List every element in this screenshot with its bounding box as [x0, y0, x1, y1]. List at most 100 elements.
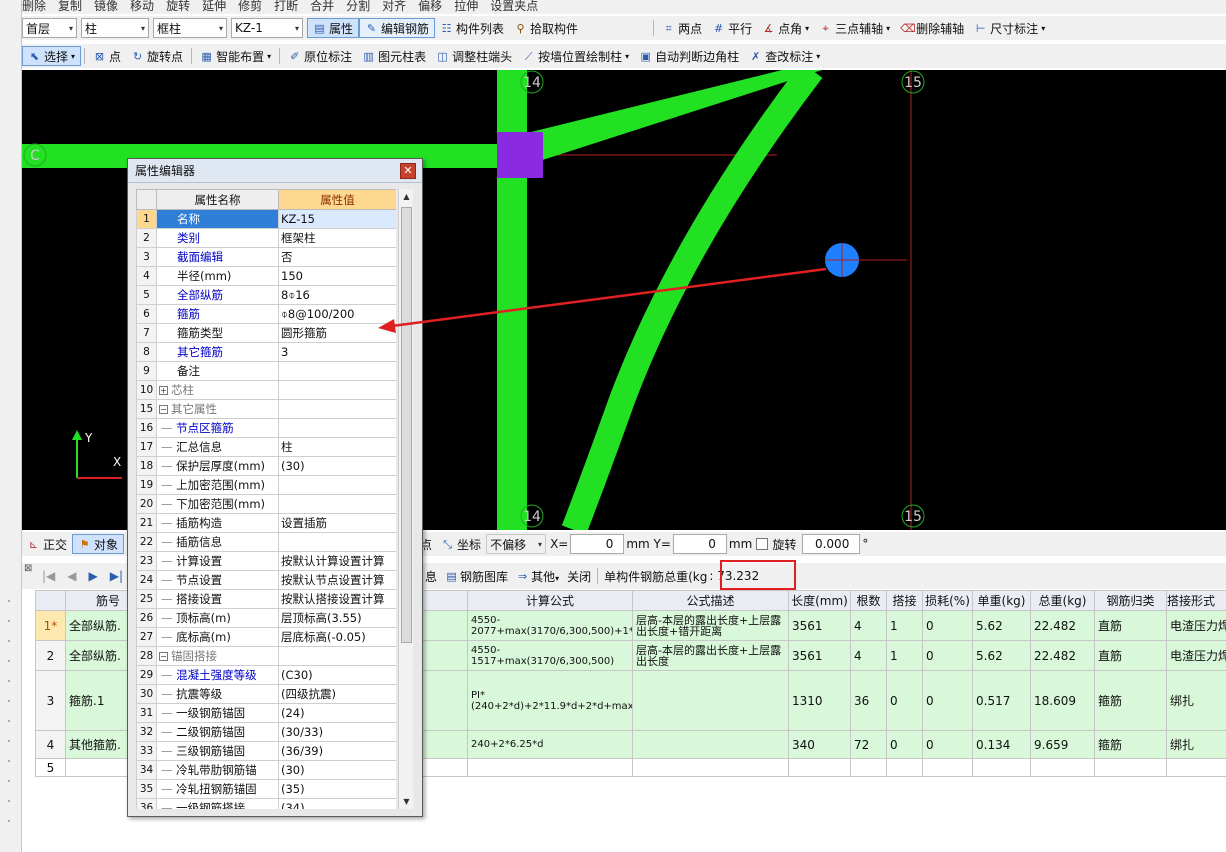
property-value[interactable]: 8⌽16 [278, 285, 396, 305]
property-value[interactable]: 圆形箍筋 [278, 323, 396, 343]
close-icon[interactable]: ✕ [400, 163, 416, 179]
close-button[interactable]: 关闭 [567, 568, 591, 585]
rebar-cell-len[interactable]: 340 [788, 730, 851, 759]
top-tool-9[interactable]: 分割 [346, 0, 370, 14]
top-tool-3[interactable]: 移动 [130, 0, 154, 14]
rebar-cell-lap[interactable]: 1 [886, 610, 923, 641]
property-row[interactable]: 36— 一级钢筋搭接 (34) [136, 798, 396, 809]
property-row[interactable]: 16— 节点区箍筋 [136, 418, 396, 438]
property-value[interactable]: 柱 [278, 437, 396, 457]
nav-last-icon[interactable]: ▶| [110, 569, 123, 583]
property-row[interactable]: 32— 二级钢筋锚固 (30/33) [136, 722, 396, 742]
rebar-cell-desc[interactable]: 层高-本层的露出长度+上层露出长度 [632, 640, 789, 671]
property-value[interactable] [278, 399, 396, 419]
rebar-cell-lapform[interactable] [1166, 758, 1226, 777]
property-value[interactable] [278, 380, 396, 400]
property-value[interactable]: (C30) [278, 665, 396, 685]
scroll-down-icon[interactable]: ▼ [399, 794, 414, 809]
property-row[interactable]: 24— 节点设置 按默认节点设置计算 [136, 570, 396, 590]
property-value[interactable] [278, 418, 396, 438]
rebar-cell-loss[interactable] [922, 758, 973, 777]
coord-button[interactable]: ⤡ 坐标 [436, 536, 486, 553]
property-value[interactable]: 3 [278, 342, 396, 362]
component-type-select[interactable]: 柱 ▾ [81, 18, 149, 38]
property-row[interactable]: 3 截面编辑 否 [136, 247, 396, 267]
column-table-button[interactable]: ▥ 图元柱表 [357, 46, 431, 66]
rebar-cell-unit[interactable]: 5.62 [972, 640, 1031, 671]
property-value[interactable]: KZ-15 [278, 209, 396, 229]
component-select[interactable]: KZ-1 ▾ [231, 18, 303, 38]
rebar-cell-formula[interactable] [467, 758, 633, 777]
three-point-axis-button[interactable]: ⌖ 三点辅轴 ▾ [814, 18, 895, 38]
rebar-cell-total[interactable]: 22.482 [1030, 640, 1095, 671]
rebar-cell-unit[interactable]: 5.62 [972, 610, 1031, 641]
rebar-cell-count[interactable]: 4 [850, 610, 887, 641]
property-row[interactable]: 4 半径(mm) 150 [136, 266, 396, 286]
rebar-cell-formula[interactable]: 4550-2077+max(3170/6,300,500)+1*max(35*d… [467, 610, 633, 641]
rebar-cell-len[interactable]: 3561 [788, 610, 851, 641]
property-row[interactable]: 5 全部纵筋 8⌽16 [136, 285, 396, 305]
rebar-cell-formula[interactable]: 4550-1517+max(3170/6,300,500) [467, 640, 633, 671]
rebar-cell-unit[interactable]: 0.134 [972, 730, 1031, 759]
nav-first-icon[interactable]: |◀ [42, 569, 55, 583]
property-value[interactable] [278, 646, 396, 666]
rebar-cell-unit[interactable]: 0.517 [972, 670, 1031, 731]
rotate-angle-input[interactable]: 0.000 [802, 534, 861, 554]
top-tool-8[interactable]: 合并 [310, 0, 334, 14]
property-row[interactable]: 34— 冷轧带肋钢筋锚 (30) [136, 760, 396, 780]
x-offset-input[interactable]: 0 [570, 534, 625, 554]
property-row[interactable]: 17— 汇总信息柱 [136, 437, 396, 457]
top-tool-4[interactable]: 旋转 [166, 0, 190, 14]
rotate-point-button[interactable]: ↻ 旋转点 [126, 46, 188, 66]
pick-component-button[interactable]: ⚲ 拾取构件 [509, 18, 583, 38]
rebar-cell-cat[interactable] [1094, 758, 1167, 777]
property-value[interactable]: (35) [278, 779, 396, 799]
collapse-icon[interactable]: − [159, 652, 168, 661]
property-scrollbar[interactable]: ▲ ▼ [398, 189, 413, 809]
rectangular-column[interactable] [497, 132, 543, 178]
top-tool-7[interactable]: 打断 [274, 0, 298, 14]
rebar-cell-formula[interactable]: 240+2*6.25*d [467, 730, 633, 759]
rebar-cell-cat[interactable]: 箍筋 [1094, 730, 1167, 759]
rebar-cell-len[interactable]: 1310 [788, 670, 851, 731]
rebar-cell-desc[interactable] [632, 670, 789, 731]
rebar-cell-cat[interactable]: 直筋 [1094, 610, 1167, 641]
property-value[interactable] [278, 475, 396, 495]
property-value[interactable]: 150 [278, 266, 396, 286]
property-row[interactable]: 6 箍筋 ⌽8@100/200 [136, 304, 396, 324]
rebar-cell-count[interactable]: 36 [850, 670, 887, 731]
check-label-button[interactable]: ✗ 查改标注 ▾ [744, 46, 825, 66]
auto-corner-button[interactable]: ▣ 自动判断边角柱 [634, 46, 744, 66]
rebar-lib-button[interactable]: 钢筋图库 [460, 568, 508, 585]
property-row[interactable]: 27— 底标高(m) 层底标高(-0.05) [136, 627, 396, 647]
top-tool-2[interactable]: 镜像 [94, 0, 118, 14]
property-value[interactable]: (30/33) [278, 722, 396, 742]
rebar-cell-loss[interactable]: 0 [922, 610, 973, 641]
rebar-cell-total[interactable]: 22.482 [1030, 610, 1095, 641]
select-button[interactable]: ⬉ 选择 ▾ [22, 46, 82, 66]
property-row[interactable]: 10 + 芯柱 [136, 380, 396, 400]
rebar-cell-formula[interactable]: PI*(240+2*d)+2*11.9*d+2*d+max(24*d,300) [467, 670, 633, 731]
property-row[interactable]: 35— 冷轧扭钢筋锚固 (35) [136, 779, 396, 799]
point-button[interactable]: ⊠ 点 [88, 46, 126, 66]
rebar-cell-len[interactable]: 3561 [788, 640, 851, 671]
property-value[interactable]: 框架柱 [278, 228, 396, 248]
property-value[interactable]: 层顶标高(3.55) [278, 608, 396, 628]
origin-label-button[interactable]: ✐ 原位标注 [283, 46, 357, 66]
rebar-cell-lap[interactable]: 0 [886, 670, 923, 731]
property-row[interactable]: 7 箍筋类型 圆形箍筋 [136, 323, 396, 343]
rebar-cell-total[interactable]: 18.609 [1030, 670, 1095, 731]
rebar-cell-unit[interactable] [972, 758, 1031, 777]
property-row[interactable]: 28− 锚固搭接 [136, 646, 396, 666]
y-offset-input[interactable]: 0 [672, 534, 727, 554]
nav-prev-icon[interactable]: ◀ [67, 569, 76, 583]
rebar-cell-loss[interactable]: 0 [922, 640, 973, 671]
component-list-button[interactable]: ☷ 构件列表 [435, 18, 509, 38]
property-row[interactable]: 23— 计算设置 按默认计算设置计算 [136, 551, 396, 571]
rebar-cell-loss[interactable]: 0 [922, 730, 973, 759]
rebar-cell-lapform[interactable]: 绑扎 [1166, 670, 1226, 731]
property-value[interactable]: (24) [278, 703, 396, 723]
property-row[interactable]: 33— 三级钢筋锚固 (36/39) [136, 741, 396, 761]
property-row[interactable]: 20— 下加密范围(mm) [136, 494, 396, 514]
info-button[interactable]: 息 [425, 568, 437, 585]
